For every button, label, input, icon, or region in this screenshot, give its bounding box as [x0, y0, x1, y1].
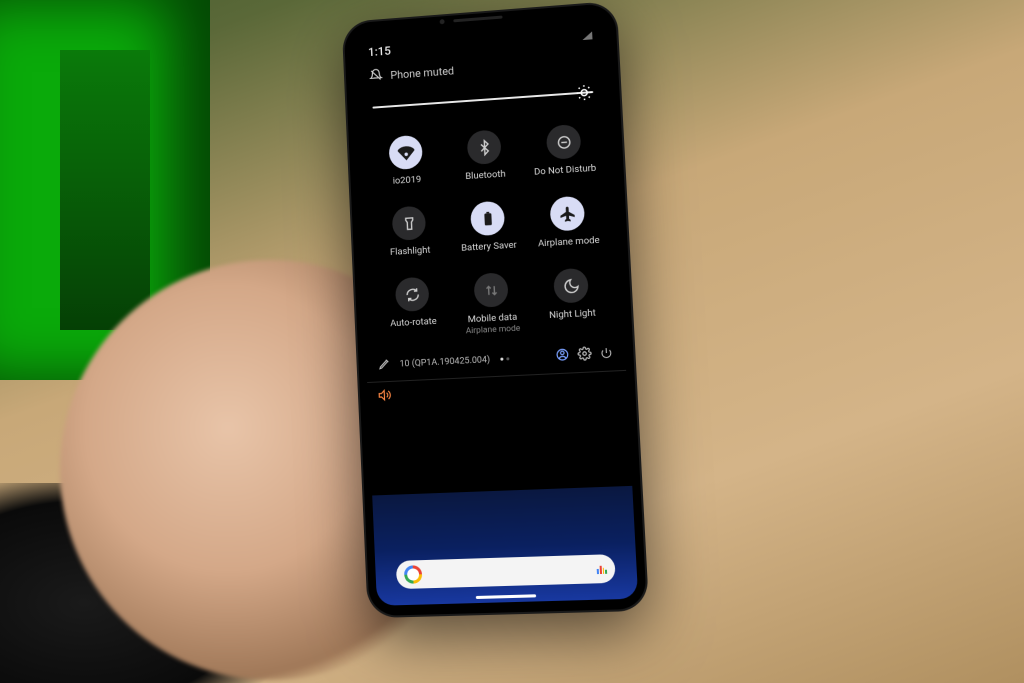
user-icon[interactable]: [555, 347, 570, 365]
screen: 1:15 Phone muted io2019: [352, 13, 638, 605]
signal-icon: [582, 31, 592, 40]
edit-icon[interactable]: [378, 356, 392, 374]
tile-sublabel: Airplane mode: [466, 323, 521, 336]
dnd-icon: [546, 124, 582, 160]
bell-off-icon: [369, 68, 383, 86]
nav-home-pill[interactable]: [476, 594, 536, 599]
tile-battery-saver[interactable]: Battery Saver: [447, 199, 529, 267]
tile-label: Battery Saver: [461, 240, 517, 255]
tile-wifi[interactable]: io2019: [366, 133, 447, 201]
front-camera: [440, 19, 445, 24]
tile-label: io2019: [393, 174, 422, 187]
tile-label: Flashlight: [390, 245, 431, 259]
tile-label: Bluetooth: [465, 169, 506, 183]
data-icon: [473, 272, 508, 308]
home-screen: [372, 486, 638, 606]
tile-label: Airplane mode: [538, 235, 600, 250]
page-indicator[interactable]: [500, 357, 509, 360]
bluetooth-icon: [467, 129, 502, 165]
tile-autorotate[interactable]: Auto-rotate: [372, 275, 453, 343]
quick-settings-grid: io2019 Bluetooth Do Not Disturb Flashlig…: [356, 118, 624, 352]
volume-icon: [377, 388, 391, 403]
brightness-thumb[interactable]: [575, 83, 594, 102]
tile-night-light[interactable]: Night Light: [530, 266, 614, 335]
phone-frame: 1:15 Phone muted io2019: [344, 3, 647, 616]
settings-icon[interactable]: [577, 346, 592, 364]
rotate-icon: [395, 277, 430, 312]
ringer-mode-label: Phone muted: [390, 65, 454, 82]
tile-label: Auto-rotate: [390, 316, 437, 330]
tile-label: Do Not Disturb: [534, 163, 597, 179]
power-icon[interactable]: [599, 346, 613, 363]
build-label: 10 (QP1A.190425.004): [399, 355, 490, 369]
tile-bluetooth[interactable]: Bluetooth: [444, 128, 526, 196]
status-time: 1:15: [368, 44, 391, 59]
tile-mobile-data[interactable]: Mobile data Airplane mode: [451, 271, 534, 339]
tile-flashlight[interactable]: Flashlight: [369, 204, 450, 272]
airplane-icon: [549, 196, 585, 232]
assistant-icon[interactable]: [597, 564, 608, 575]
google-search-bar[interactable]: [396, 554, 616, 589]
wifi-icon: [388, 135, 423, 171]
tile-label: Night Light: [549, 308, 596, 322]
moon-icon: [553, 268, 589, 304]
battery-icon: [470, 201, 505, 237]
tile-dnd[interactable]: Do Not Disturb: [523, 122, 606, 191]
tile-airplane[interactable]: Airplane mode: [526, 194, 610, 263]
google-logo-icon: [404, 565, 423, 584]
flashlight-icon: [392, 205, 427, 241]
